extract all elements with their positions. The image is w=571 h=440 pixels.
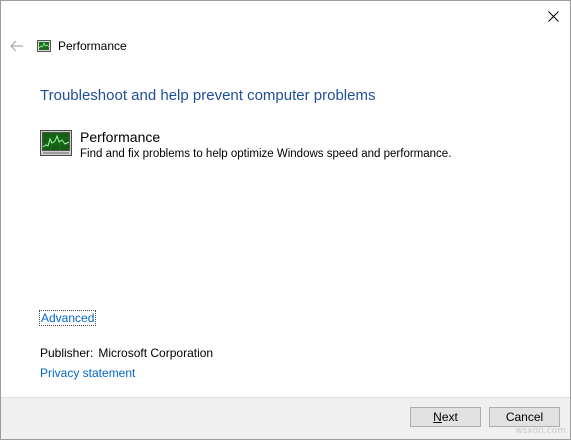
- publisher-value: Microsoft Corporation: [98, 346, 214, 360]
- performance-monitor-icon: [40, 130, 72, 156]
- cancel-button[interactable]: Cancel: [489, 407, 560, 427]
- close-icon: [547, 10, 559, 22]
- troubleshooter-description: Find and fix problems to help optimize W…: [80, 148, 452, 160]
- close-button[interactable]: [538, 3, 568, 29]
- troubleshooter-text: Performance Find and fix problems to hel…: [80, 129, 451, 162]
- advanced-link[interactable]: Advanced: [39, 310, 97, 326]
- page-heading: Troubleshoot and help prevent computer p…: [40, 87, 376, 104]
- troubleshooter-item: Performance Find and fix problems to hel…: [40, 129, 451, 162]
- next-mnemonic: N: [433, 410, 442, 424]
- privacy-statement-link[interactable]: Privacy statement: [40, 366, 135, 380]
- watermark-text: wsxdn.com: [515, 426, 566, 436]
- navigation-bar: Performance: [9, 36, 127, 56]
- troubleshooter-name: Performance: [80, 129, 161, 145]
- window-title: Performance: [58, 39, 127, 53]
- publisher-label: Publisher:: [40, 346, 94, 360]
- next-label-rest: ext: [441, 410, 458, 424]
- troubleshooter-window: Performance Troubleshoot and help preven…: [0, 0, 571, 440]
- back-arrow-icon: [10, 40, 23, 52]
- performance-monitor-icon: [37, 40, 51, 52]
- footer-bar: Next Cancel wsxdn.com: [1, 397, 570, 439]
- back-button[interactable]: [9, 38, 25, 54]
- next-button[interactable]: Next: [410, 407, 481, 427]
- publisher-info: Publisher: Microsoft Corporation: [40, 346, 213, 360]
